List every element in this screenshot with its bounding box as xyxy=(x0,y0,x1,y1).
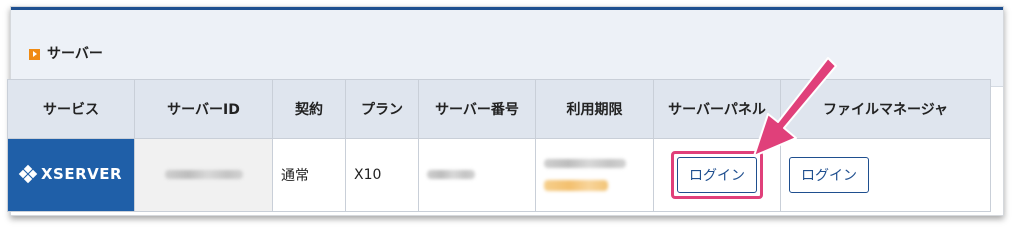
header-plan: プラン xyxy=(345,79,419,139)
server-panel-cell: ログイン xyxy=(653,138,781,212)
header-service: サービス xyxy=(7,79,135,139)
section-title: サーバー xyxy=(47,46,103,62)
expiry-highlight-redacted xyxy=(544,179,608,191)
section-header: サーバー xyxy=(11,10,1003,87)
expiry-redacted xyxy=(544,158,626,168)
header-server-panel: サーバーパネル xyxy=(653,79,781,139)
plan-cell: X10 xyxy=(345,138,419,212)
xserver-logo-icon xyxy=(18,164,38,183)
header-contract: 契約 xyxy=(272,79,346,139)
header-server-number: サーバー番号 xyxy=(418,79,536,139)
table-row: XSERVER 通常 X10 ログイン ログイン xyxy=(7,138,991,212)
xserver-logo-text: XSERVER xyxy=(40,164,123,183)
table-header-row: サービス サーバーID 契約 プラン サーバー番号 利用期限 サーバーパネル フ… xyxy=(7,79,991,139)
expiry-cell xyxy=(535,138,654,212)
server-id-redacted xyxy=(164,170,243,179)
file-manager-login-button[interactable]: ログイン xyxy=(789,157,869,193)
server-table: サービス サーバーID 契約 プラン サーバー番号 利用期限 サーバーパネル フ… xyxy=(7,79,991,212)
play-icon xyxy=(29,49,40,60)
header-file-manager: ファイルマネージャ xyxy=(780,79,991,139)
server-panel-login-button[interactable]: ログイン xyxy=(677,157,757,193)
xserver-logo: XSERVER xyxy=(18,164,123,183)
server-number-redacted xyxy=(427,170,475,179)
service-cell: XSERVER xyxy=(7,138,135,212)
header-expiry: 利用期限 xyxy=(535,79,654,139)
header-server-id: サーバーID xyxy=(134,79,273,139)
file-manager-cell: ログイン xyxy=(780,138,991,212)
server-id-cell xyxy=(134,138,273,212)
contract-cell: 通常 xyxy=(272,138,346,212)
server-number-cell xyxy=(418,138,536,212)
login-highlight-box: ログイン xyxy=(671,151,763,199)
